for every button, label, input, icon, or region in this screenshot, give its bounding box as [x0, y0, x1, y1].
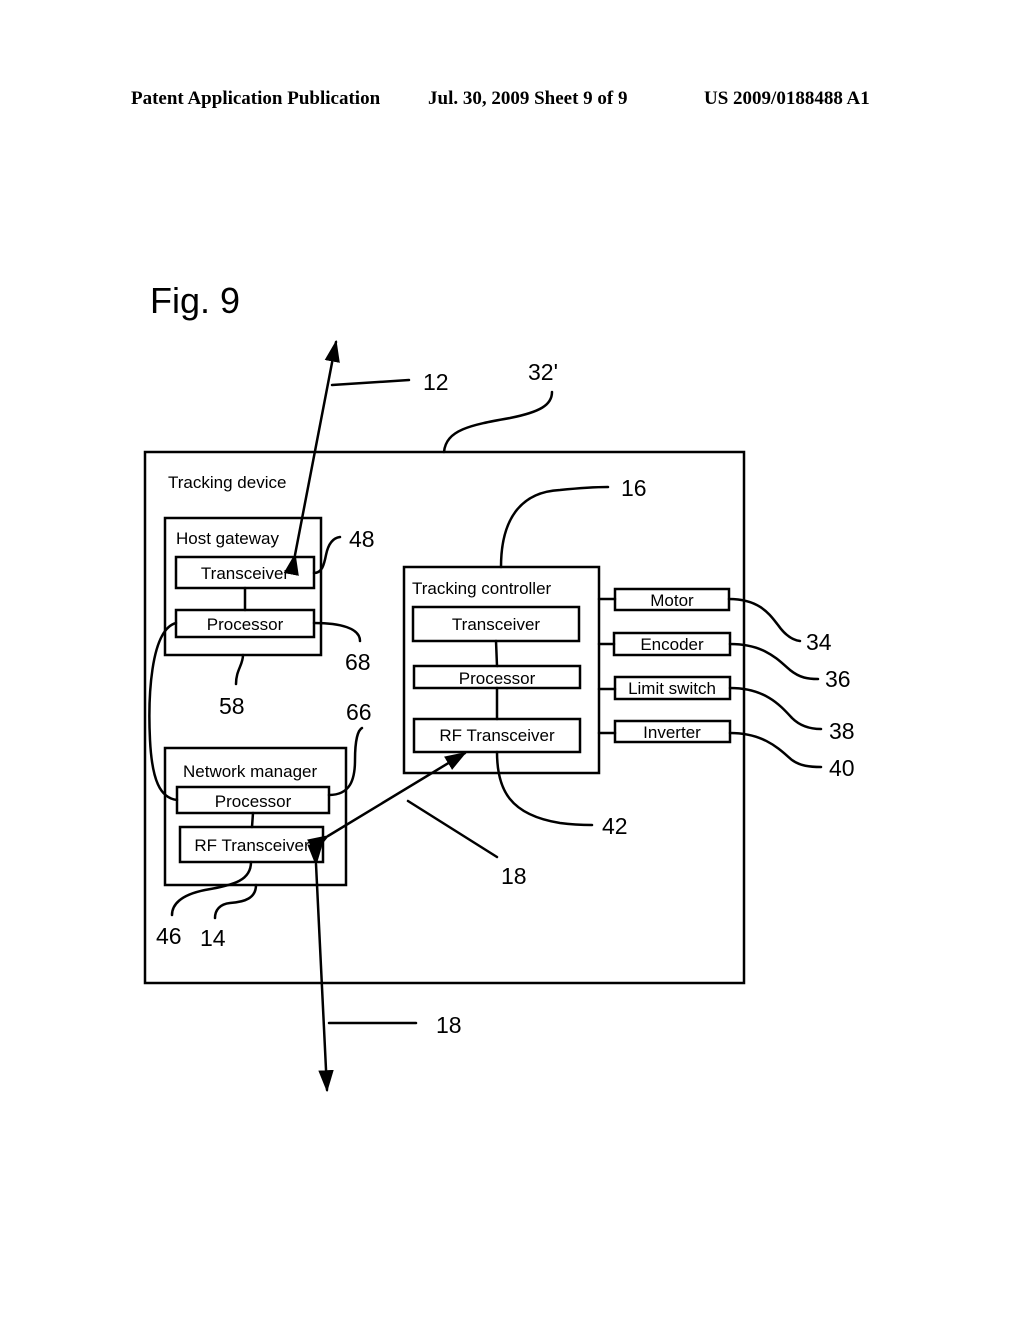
host-gateway-processor-label: Processor	[207, 615, 284, 634]
inverter-label: Inverter	[643, 723, 701, 742]
host-link-arrow	[283, 339, 340, 576]
ref-38: 38	[829, 718, 855, 744]
tracking-controller-transceiver-label: Transceiver	[452, 615, 541, 634]
tracking-controller-link-1	[494, 639, 499, 668]
ref-42: 42	[602, 813, 628, 839]
ref-18-internal: 18	[501, 863, 527, 889]
ref-48: 48	[349, 526, 375, 552]
ref-16: 16	[621, 475, 647, 501]
tracking-controller-processor-label: Processor	[459, 669, 536, 688]
processor-link-curve	[148, 621, 179, 802]
tracking-controller-label: Tracking controller	[412, 579, 552, 598]
leader-line-16	[499, 485, 610, 569]
ref-40: 40	[829, 755, 855, 781]
network-manager-rf-transceiver-label: RF Transceiver	[194, 836, 310, 855]
ref-32-prime: 32'	[528, 359, 558, 385]
leader-line-46	[170, 860, 253, 917]
ref-68: 68	[345, 649, 371, 675]
tracking-device-label: Tracking device	[168, 473, 286, 492]
ref-46: 46	[156, 923, 182, 949]
limit-switch-label: Limit switch	[628, 679, 716, 698]
network-manager-processor-label: Processor	[215, 792, 292, 811]
block-diagram: Fig. 9 Tracking device 32' Host gateway …	[143, 280, 855, 1093]
host-gateway-label: Host gateway	[176, 529, 279, 548]
ref-58: 58	[219, 693, 245, 719]
ref-12: 12	[423, 369, 449, 395]
ref-14: 14	[200, 925, 226, 951]
ref-18-external: 18	[436, 1012, 462, 1038]
leader-line-12	[330, 378, 411, 387]
leader-line-14	[213, 883, 258, 920]
motor-label: Motor	[650, 591, 694, 610]
ref-66: 66	[346, 699, 372, 725]
encoder-label: Encoder	[640, 635, 704, 654]
host-gateway-transceiver-label: Transceiver	[201, 564, 290, 583]
leader-line-42	[495, 750, 594, 827]
leader-line-48	[312, 535, 342, 575]
leader-line-18-internal	[406, 799, 499, 859]
peripheral-limit-switch: Limit switch 38	[597, 675, 855, 744]
figure-label: Fig. 9	[150, 280, 240, 321]
external-rf-link-arrow	[307, 843, 334, 1093]
tracking-controller-rf-transceiver-label: RF Transceiver	[439, 726, 555, 745]
peripheral-motor: Motor 34	[597, 587, 832, 655]
ref-34: 34	[806, 629, 832, 655]
network-manager-internal-link	[250, 811, 255, 829]
leader-line-32	[442, 390, 554, 454]
leader-line-34	[727, 597, 802, 643]
leader-line-58	[234, 653, 245, 686]
network-manager-label: Network manager	[183, 762, 318, 781]
ref-36: 36	[825, 666, 851, 692]
